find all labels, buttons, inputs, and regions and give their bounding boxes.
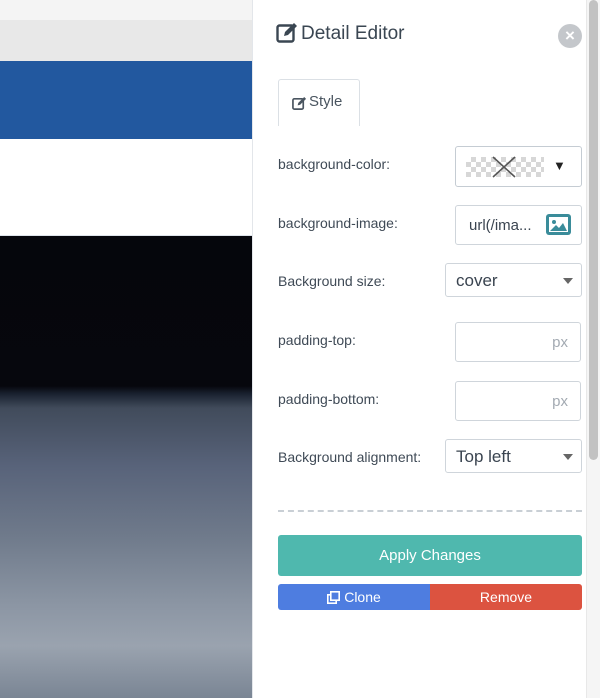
dropdown-arrow-icon xyxy=(563,454,573,460)
clone-icon xyxy=(327,591,341,604)
background-size-select[interactable]: cover xyxy=(445,263,582,297)
background-alignment-select[interactable]: Top left xyxy=(445,439,582,473)
padding-bottom-label: padding-bottom: xyxy=(278,391,380,407)
no-color-icon xyxy=(492,156,516,178)
apply-changes-button[interactable]: Apply Changes xyxy=(278,535,582,576)
transparent-swatch xyxy=(466,156,544,178)
padding-top-unit: px xyxy=(552,334,568,351)
canvas-grey-band xyxy=(0,20,252,61)
dropdown-arrow-icon xyxy=(563,278,573,284)
remove-button[interactable]: Remove xyxy=(430,584,582,610)
padding-bottom-input[interactable]: px xyxy=(455,381,581,421)
scrollbar-thumb[interactable] xyxy=(589,0,598,460)
background-image-field[interactable]: url(/ima... xyxy=(455,205,582,245)
background-alignment-label: Background alignment: xyxy=(278,449,422,465)
background-image-label: background-image: xyxy=(278,215,398,231)
page-canvas[interactable] xyxy=(0,0,252,698)
padding-bottom-unit: px xyxy=(552,393,568,410)
padding-top-label: padding-top: xyxy=(278,332,356,348)
tab-style-label: Style xyxy=(309,93,343,110)
close-button[interactable]: × xyxy=(558,24,582,48)
caret-down-icon: ▼ xyxy=(553,158,566,173)
canvas-hero-image[interactable] xyxy=(0,236,252,698)
padding-top-input[interactable]: px xyxy=(455,322,581,362)
clone-button[interactable]: Clone xyxy=(278,584,430,610)
background-color-label: background-color: xyxy=(278,156,391,172)
clone-button-label: Clone xyxy=(344,589,381,605)
background-image-value: url(/ima... xyxy=(469,217,532,234)
background-alignment-value: Top left xyxy=(456,447,511,466)
canvas-top-strip xyxy=(0,0,252,20)
background-size-label: Background size: xyxy=(278,273,386,289)
section-divider xyxy=(278,510,582,512)
background-color-picker[interactable]: ▼ xyxy=(455,146,582,187)
canvas-white-section[interactable] xyxy=(0,139,252,236)
background-size-value: cover xyxy=(456,271,498,290)
canvas-blue-section[interactable] xyxy=(0,61,252,139)
edit-icon xyxy=(292,96,307,110)
detail-editor-panel: Detail Editor × Style background-color: … xyxy=(252,0,600,698)
edit-icon xyxy=(276,23,297,43)
panel-title: Detail Editor xyxy=(301,23,405,44)
tab-style[interactable]: Style xyxy=(278,79,360,126)
image-picker-icon[interactable] xyxy=(546,214,571,235)
